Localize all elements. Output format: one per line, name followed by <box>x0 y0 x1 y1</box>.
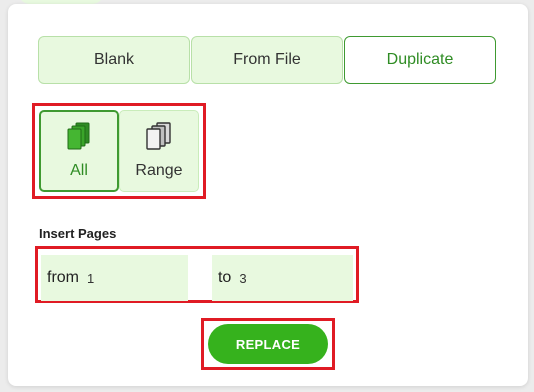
mode-all-label: All <box>70 162 88 179</box>
to-label: to <box>217 269 232 286</box>
mode-range-label: Range <box>135 162 183 179</box>
tab-from-file[interactable]: From File <box>191 36 343 84</box>
tab-duplicate[interactable]: Duplicate <box>344 36 496 84</box>
page-mode-selector: All Range <box>32 103 206 199</box>
source-tabs: Blank From File Duplicate <box>38 36 496 84</box>
pages-stack-filled-icon <box>67 122 91 152</box>
from-label: from <box>47 269 79 286</box>
mode-all-button[interactable]: All <box>39 110 119 192</box>
insert-pages-panel: Blank From File Duplicate All Range Inse… <box>8 4 528 386</box>
to-page-field[interactable]: to 3 <box>211 255 353 301</box>
to-value[interactable]: 3 <box>239 271 246 286</box>
page-range-inputs: from 1 to 3 <box>35 246 359 303</box>
tab-blank[interactable]: Blank <box>38 36 190 84</box>
mode-range-button[interactable]: Range <box>119 110 199 192</box>
replace-button[interactable]: REPLACE <box>208 324 328 364</box>
from-value[interactable]: 1 <box>87 271 94 286</box>
from-page-field[interactable]: from 1 <box>41 255 188 301</box>
insert-pages-heading: Insert Pages <box>39 226 117 241</box>
pages-stack-outline-icon <box>146 122 172 152</box>
replace-button-highlight: REPLACE <box>201 318 335 370</box>
